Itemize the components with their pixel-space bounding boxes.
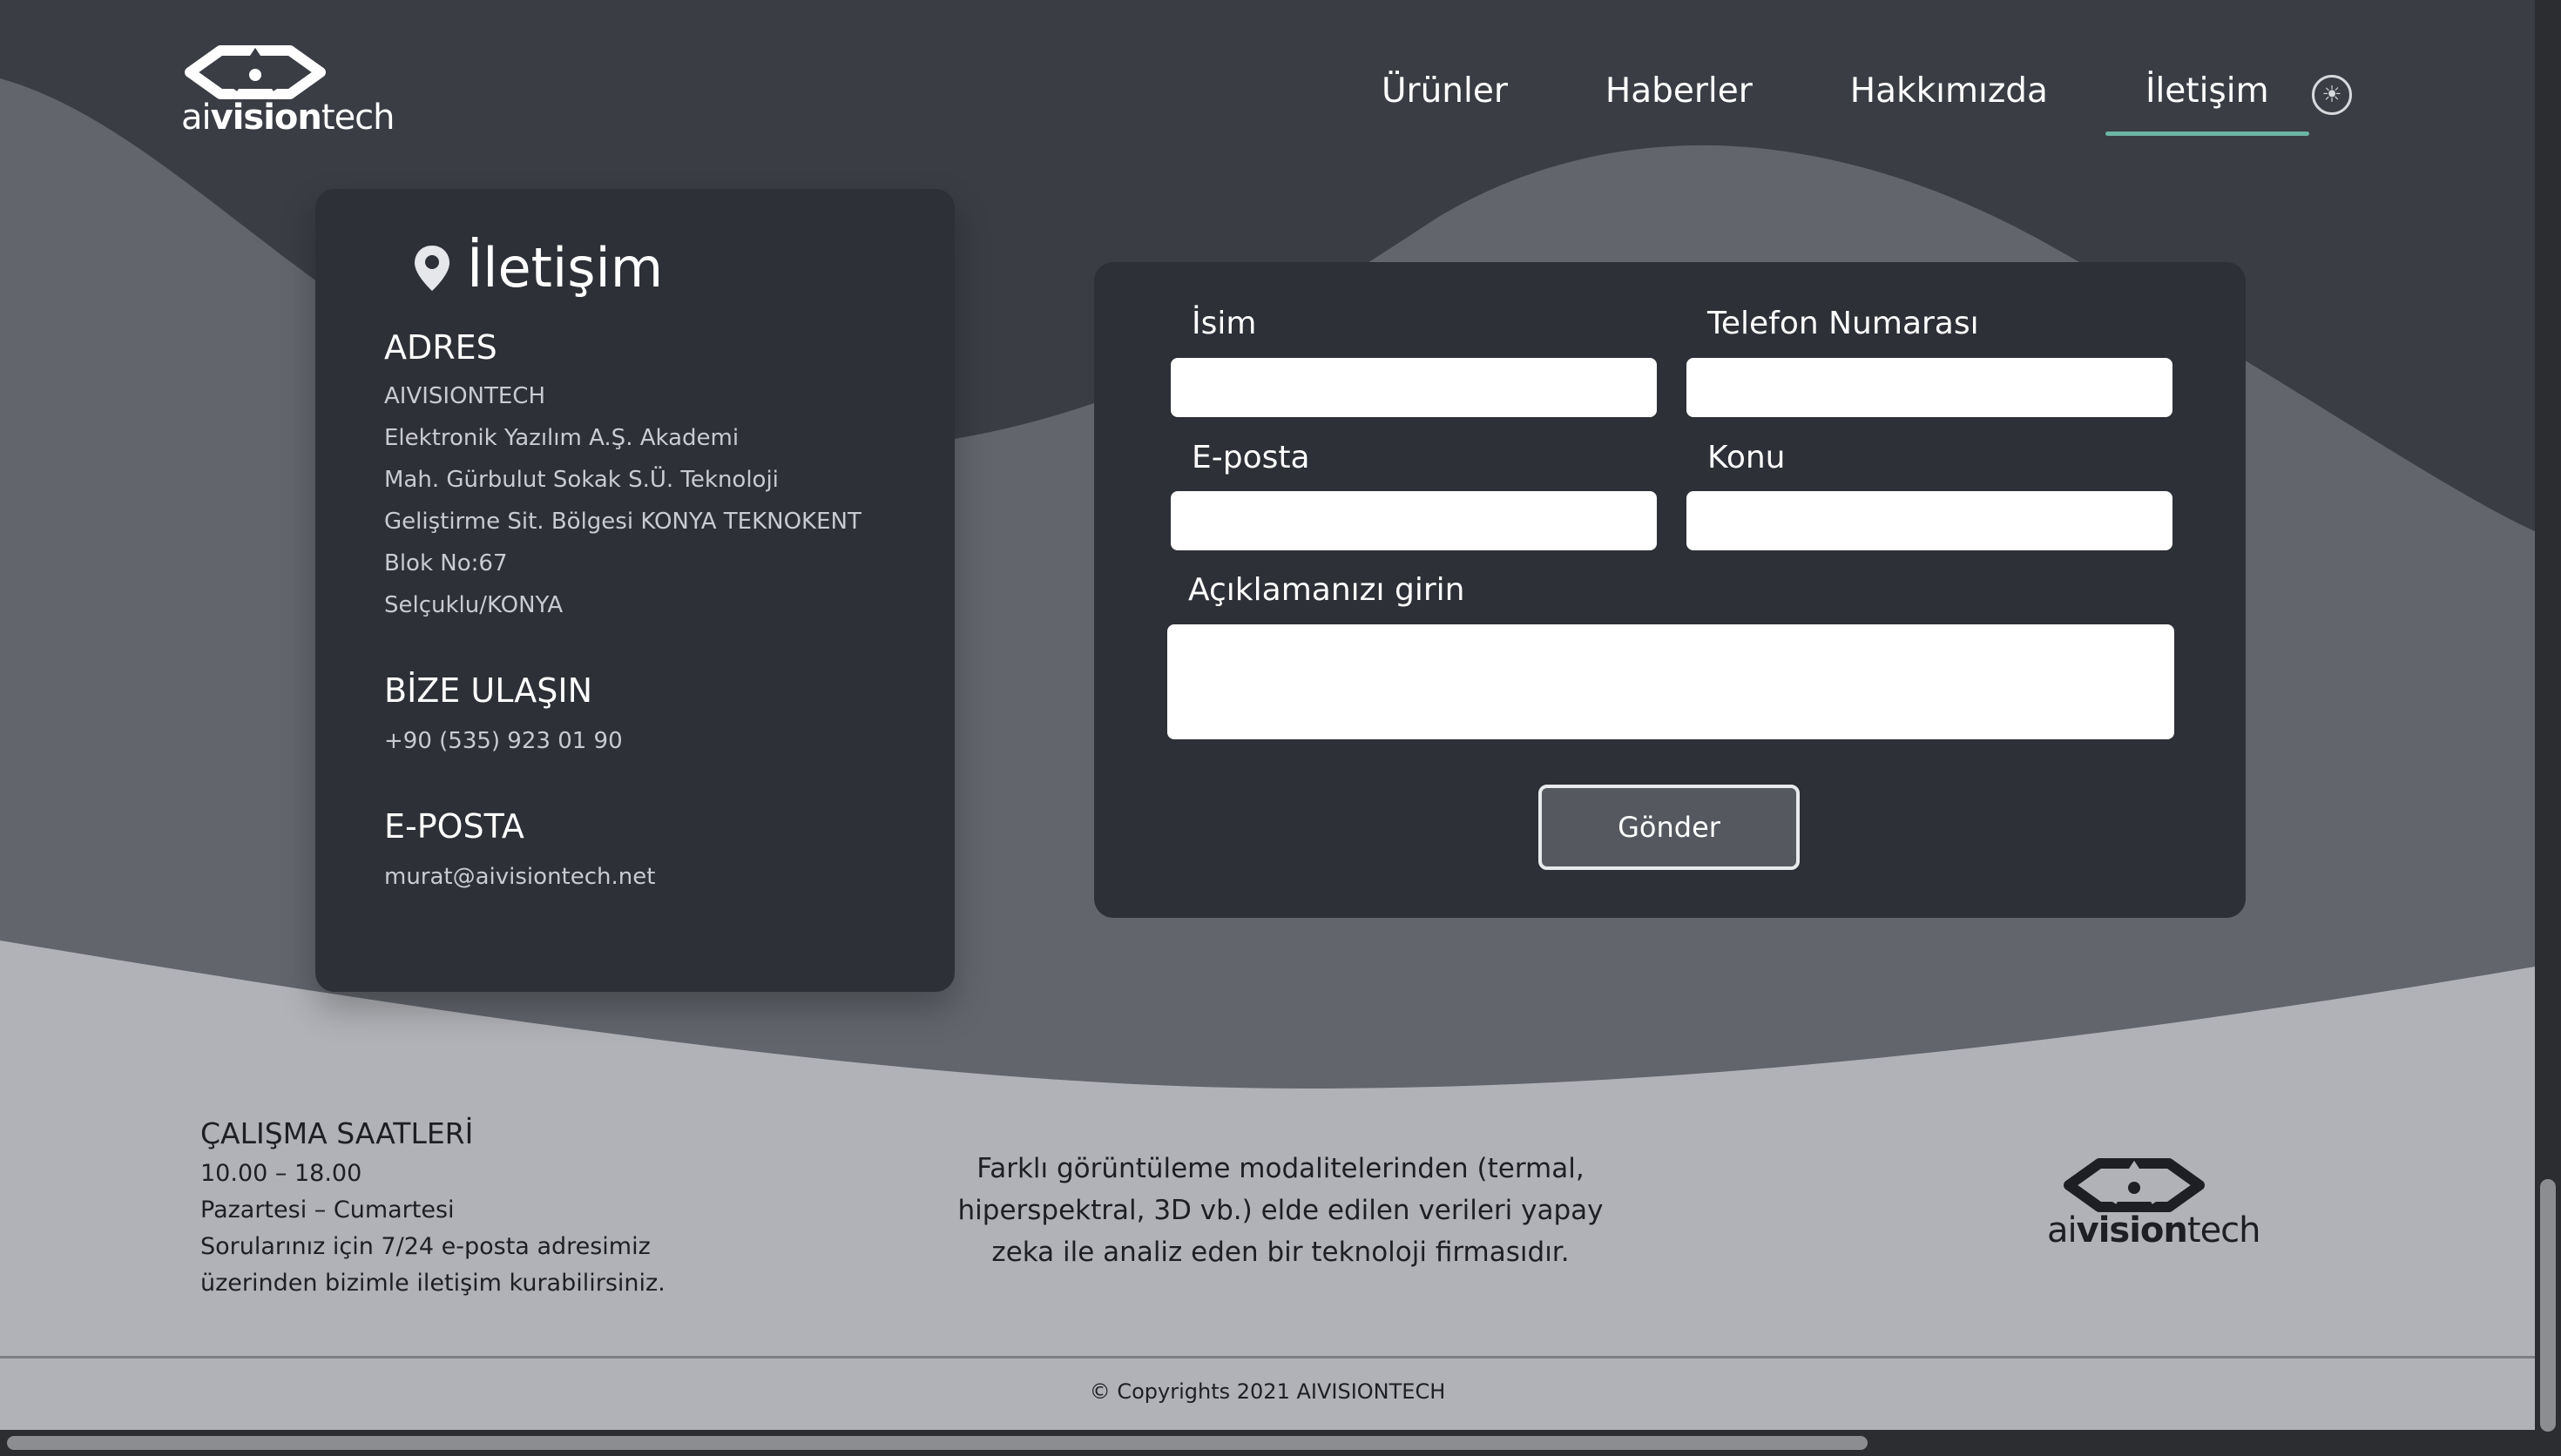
horizontal-scrollbar[interactable] — [0, 1430, 2535, 1456]
sun-icon: ☀ — [2321, 82, 2342, 108]
location-pin-icon — [415, 245, 449, 291]
submit-button[interactable]: Gönder — [1538, 785, 1800, 870]
vertical-scrollbar[interactable] — [2535, 0, 2561, 1456]
reach-heading: BİZE ULAŞIN — [384, 671, 593, 710]
footer-divider — [0, 1356, 2535, 1358]
message-label: Açıklamanızı girin — [1188, 572, 1465, 608]
contact-title: İletişim — [413, 236, 663, 300]
brand-wordmark: aivisiontech — [181, 98, 395, 138]
hours-heading: ÇALIŞMA SAATLERİ — [200, 1116, 474, 1150]
nav-item-iletisim[interactable]: İletişim — [2097, 71, 2318, 136]
subject-input[interactable] — [1686, 491, 2172, 550]
email-input[interactable] — [1171, 491, 1657, 550]
main-nav: Ürünler Haberler Hakkımızda İletişim — [1333, 71, 2318, 136]
name-input[interactable] — [1171, 358, 1657, 417]
days-text: Pazartesi – Cumartesi — [200, 1196, 455, 1223]
vertical-scroll-thumb[interactable] — [2540, 1179, 2556, 1432]
phone-label: Telefon Numarası — [1707, 306, 1979, 341]
copyright-text: © Copyrights 2021 AIVISIONTECH — [1089, 1379, 1446, 1404]
nav-item-hakkimizda[interactable]: Hakkımızda — [1801, 71, 2097, 127]
email-label: E-posta — [1192, 440, 1310, 475]
company-description: Farklı görüntüleme modalitelerinden (ter… — [957, 1153, 1604, 1268]
phone-number[interactable]: +90 (535) 923 01 90 — [384, 720, 623, 762]
working-hours: ÇALIŞMA SAATLERİ 10.00 – 18.00 Pazartesi… — [200, 1116, 666, 1302]
address-heading: ADRES — [384, 328, 497, 367]
brand-mark-icon — [2064, 1158, 2205, 1212]
nav-item-haberler[interactable]: Haberler — [1557, 71, 1801, 127]
subject-label: Konu — [1707, 440, 1786, 475]
email-heading: E-POSTA — [384, 807, 524, 846]
brand-logo[interactable]: aivisiontech — [181, 45, 395, 138]
footer-wordmark: aivisiontech — [2047, 1210, 2261, 1250]
name-label: İsim — [1192, 306, 1257, 341]
contact-form: İsim Telefon Numarası E-posta Konu Açıkl… — [1094, 262, 2246, 918]
note-line-2: üzerinden bizimle iletişim kurabilirsini… — [200, 1270, 666, 1297]
footer-logo[interactable]: aivisiontech — [2047, 1158, 2261, 1250]
brand-mark-icon — [185, 45, 326, 99]
nav-item-urunler[interactable]: Ürünler — [1333, 71, 1557, 127]
hours-text: 10.00 – 18.00 — [200, 1160, 362, 1187]
note-line-1: Sorularınız için 7/24 e-posta adresimiz — [200, 1233, 651, 1260]
message-textarea[interactable] — [1167, 624, 2174, 739]
theme-toggle-button[interactable]: ☀ — [2312, 75, 2352, 115]
horizontal-scroll-thumb[interactable] — [7, 1436, 1868, 1450]
phone-input[interactable] — [1686, 358, 2172, 417]
email-address[interactable]: murat@aivisiontech.net — [384, 856, 655, 898]
contact-info-card: İletişim ADRES AIVISIONTECH Elektronik Y… — [315, 189, 955, 992]
address-text: AIVISIONTECH Elektronik Yazılım A.Ş. Aka… — [384, 383, 862, 618]
